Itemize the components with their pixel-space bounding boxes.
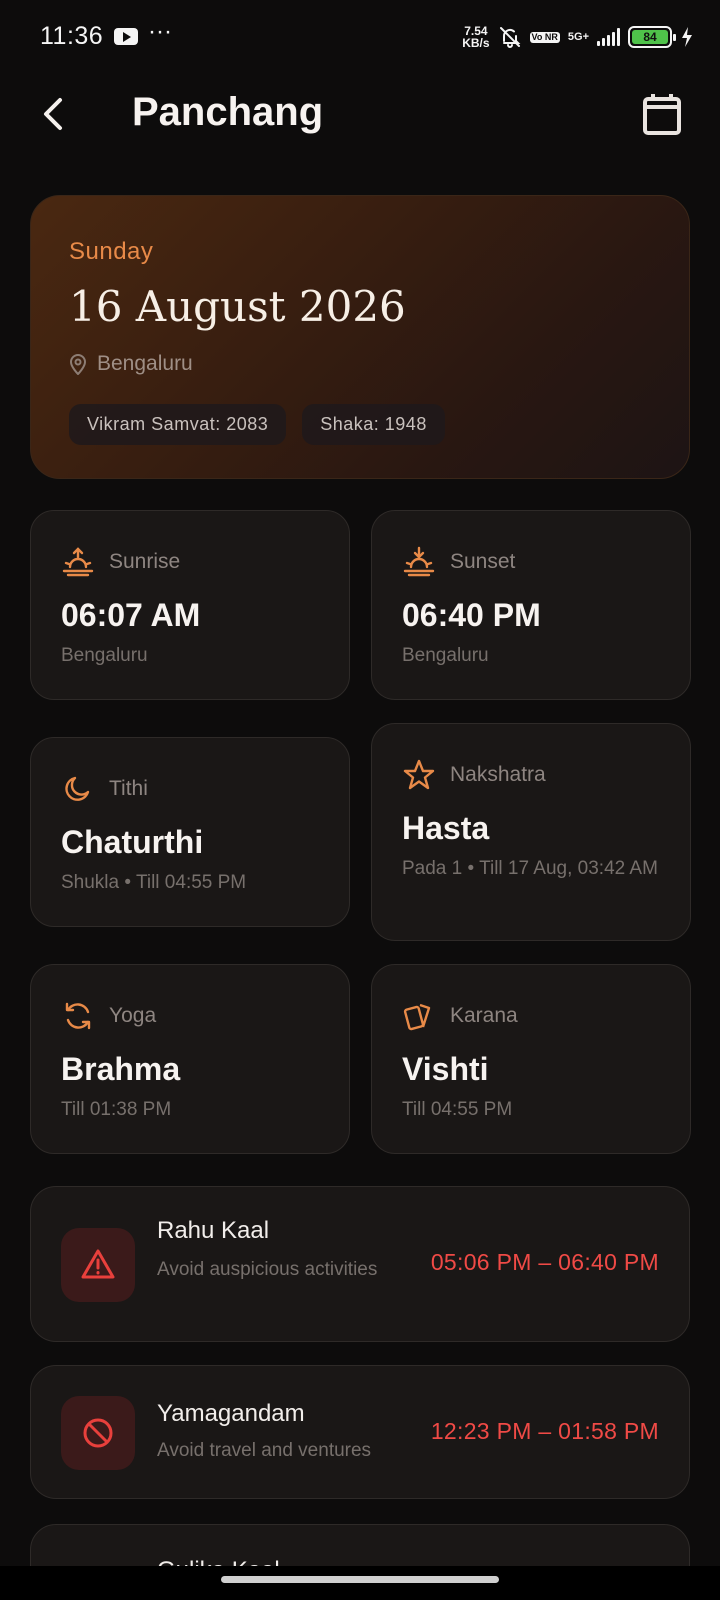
karana-value: Vishti xyxy=(402,1051,489,1087)
network-speed-unit: KB/s xyxy=(462,36,490,50)
nakshatra-value: Hasta xyxy=(402,810,490,846)
chevron-left-icon xyxy=(44,98,62,130)
moon-icon xyxy=(65,776,90,801)
warning-icon xyxy=(81,1249,115,1279)
yoga-header: Yoga xyxy=(61,999,156,1033)
weekday: Sunday xyxy=(69,238,154,265)
tithi-value: Chaturthi xyxy=(61,824,204,860)
date-hero-card: Sunday 16 August 2026 Bengaluru Vikram S… xyxy=(30,195,690,479)
cards-icon xyxy=(403,1003,431,1031)
sunrise-location: Bengaluru xyxy=(61,645,148,666)
tithi-card[interactable]: Tithi Chaturthi Shukla • Till 04:55 PM xyxy=(30,737,350,927)
sunset-location: Bengaluru xyxy=(402,645,489,666)
network-type: 5G+ xyxy=(567,30,589,43)
sunset-label: Sunset xyxy=(450,550,516,573)
star-icon xyxy=(403,759,435,790)
vikram-samvat-chip: Vikram Samvat: 2083 xyxy=(69,404,287,445)
yoga-value: Brahma xyxy=(61,1051,181,1087)
calendar-icon xyxy=(643,94,681,135)
calendar-button[interactable] xyxy=(642,92,682,136)
status-time: 11:36 xyxy=(40,22,104,50)
bell-muted-icon xyxy=(499,27,520,48)
yamagandam-title: Yamagandam xyxy=(157,1400,305,1427)
rahu-kaal-time: 05:06 PM – 06:40 PM xyxy=(430,1249,659,1275)
sunset-header: Sunset xyxy=(402,545,515,579)
map-pin-icon xyxy=(69,354,87,375)
battery-icon: 84 xyxy=(628,26,676,48)
sunset-icon xyxy=(403,546,435,577)
yamagandam-icon-box xyxy=(61,1396,135,1470)
sunrise-icon xyxy=(62,547,94,577)
status-bar: 11:36 ··· 7.54 KB/s Vo NR 5G+ 84 xyxy=(0,0,720,72)
battery-level: 84 xyxy=(632,30,668,44)
panchang-screen: 11:36 ··· 7.54 KB/s Vo NR 5G+ 84 Panchan… xyxy=(0,0,720,1600)
yamagandam-row[interactable]: Yamagandam Avoid travel and ventures 12:… xyxy=(30,1365,690,1499)
nakshatra-detail: Pada 1 • Till 17 Aug, 03:42 AM xyxy=(402,858,658,879)
network-speed: 7.54 KB/s xyxy=(462,25,489,49)
location-name: Bengaluru xyxy=(97,352,193,375)
yamagandam-description: Avoid travel and ventures xyxy=(157,1440,372,1461)
nakshatra-card[interactable]: Nakshatra Hasta Pada 1 • Till 17 Aug, 03… xyxy=(371,723,691,941)
gesture-navigation-bar xyxy=(0,1566,720,1600)
nakshatra-label: Nakshatra xyxy=(450,763,546,786)
shaka-chip: Shaka: 1948 xyxy=(302,404,445,445)
yoga-label: Yoga xyxy=(109,1004,157,1027)
tithi-label: Tithi xyxy=(109,777,148,800)
sunrise-header: Sunrise xyxy=(61,545,180,579)
yamagandam-time: 12:23 PM – 01:58 PM xyxy=(430,1418,659,1444)
yoga-card[interactable]: Yoga Brahma Till 01:38 PM xyxy=(30,964,350,1154)
karana-header: Karana xyxy=(402,999,518,1033)
sunrise-card[interactable]: Sunrise 06:07 AM Bengaluru xyxy=(30,510,350,700)
volte-icon: Vo NR xyxy=(529,31,560,43)
location: Bengaluru xyxy=(69,352,193,376)
sunrise-time: 06:07 AM xyxy=(61,597,201,633)
page-title: Panchang xyxy=(132,90,324,134)
rahu-kaal-icon-box xyxy=(61,1228,135,1302)
sunrise-label: Sunrise xyxy=(109,550,181,573)
back-button[interactable] xyxy=(34,92,78,136)
karana-label: Karana xyxy=(450,1004,518,1027)
rahu-kaal-description: Avoid auspicious activities xyxy=(157,1259,378,1280)
more-notifications-icon: ··· xyxy=(148,18,172,45)
refresh-icon xyxy=(65,1002,91,1030)
status-indicators: 7.54 KB/s Vo NR 5G+ 84 xyxy=(462,22,694,52)
nakshatra-header: Nakshatra xyxy=(402,758,546,792)
rahu-kaal-title: Rahu Kaal xyxy=(157,1217,270,1244)
signal-icon xyxy=(597,28,620,46)
era-chips: Vikram Samvat: 2083 Shaka: 1948 xyxy=(69,404,445,445)
sunset-card[interactable]: Sunset 06:40 PM Bengaluru xyxy=(371,510,691,700)
charging-icon xyxy=(682,27,692,47)
karana-detail: Till 04:55 PM xyxy=(402,1099,513,1120)
yoga-detail: Till 01:38 PM xyxy=(61,1099,172,1120)
karana-card[interactable]: Karana Vishti Till 04:55 PM xyxy=(371,964,691,1154)
full-date: 16 August 2026 xyxy=(69,282,406,331)
rahu-kaal-row[interactable]: Rahu Kaal Avoid auspicious activities 05… xyxy=(30,1186,690,1342)
app-header: Panchang xyxy=(0,80,720,150)
ban-icon xyxy=(83,1418,113,1448)
tithi-header: Tithi xyxy=(61,772,148,806)
tithi-detail: Shukla • Till 04:55 PM xyxy=(61,872,247,893)
sunset-time: 06:40 PM xyxy=(402,597,541,633)
home-gesture-handle[interactable] xyxy=(221,1576,499,1583)
youtube-notification-icon xyxy=(114,28,138,45)
